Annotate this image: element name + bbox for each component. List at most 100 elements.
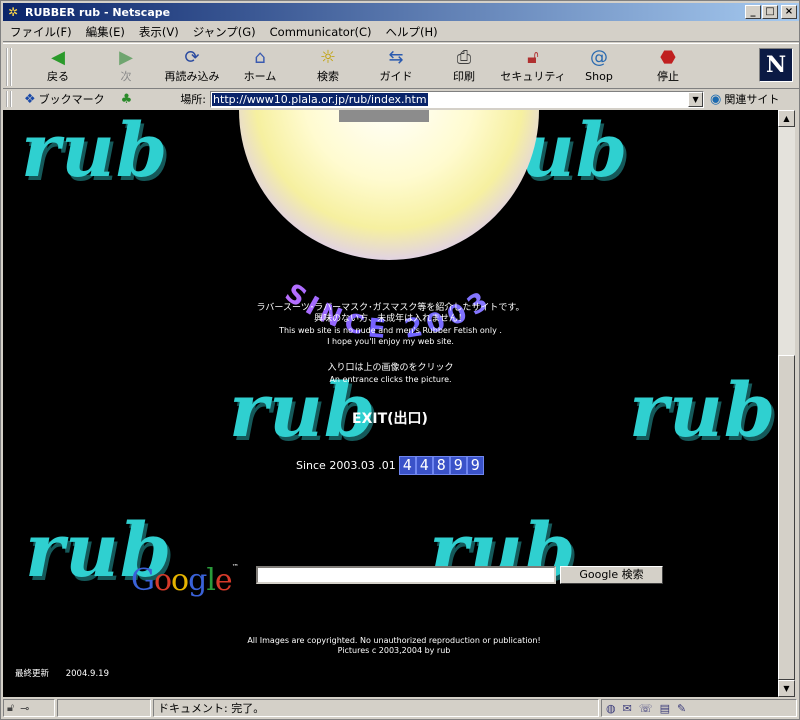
- location-label: 場所:: [180, 93, 207, 106]
- counter-digit: 9: [449, 456, 467, 475]
- entrance-text: 入り口は上の画像のをクリック An entrance clicks the pi…: [3, 363, 778, 385]
- shop-label: Shop: [585, 70, 613, 83]
- counter-digit: 4: [415, 456, 433, 475]
- menu-edit[interactable]: 編集(E): [79, 24, 132, 40]
- minimize-button[interactable]: _: [745, 5, 761, 19]
- google-logo[interactable]: Google™: [131, 563, 239, 598]
- close-button[interactable]: ×: [781, 5, 797, 19]
- forward-arrow-icon: ▶: [119, 47, 133, 68]
- related-sites-button[interactable]: ◉ 関連サイト: [710, 91, 779, 107]
- connection-icon: ⊸: [20, 701, 30, 715]
- newsgroup-icon[interactable]: ☏: [639, 702, 653, 715]
- entrance-jp: 入り口は上の画像のをクリック: [327, 363, 454, 373]
- location-toolbar-grip[interactable]: [6, 91, 12, 107]
- title-bar[interactable]: ✲ RUBBER rub - Netscape _ □ ×: [3, 3, 799, 21]
- url-text: http://www10.plala.or.jp/rub/index.htm: [212, 92, 428, 106]
- netscape-logo[interactable]: N: [759, 48, 793, 82]
- print-button[interactable]: ⎙ 印刷: [431, 46, 497, 88]
- status-text: ドキュメント: 完了。: [158, 702, 265, 715]
- copyright-line-1: All Images are copyrighted. No unauthori…: [247, 636, 541, 645]
- scroll-down-button[interactable]: ▼: [778, 680, 795, 697]
- counter-digit: 8: [432, 456, 450, 475]
- back-label: 戻る: [47, 70, 69, 83]
- progress-cell: [57, 699, 151, 717]
- menu-view[interactable]: 表示(V): [132, 24, 186, 40]
- bookmark-icon: ❖: [24, 91, 36, 107]
- back-button[interactable]: ◀ 戻る: [25, 46, 91, 88]
- url-input[interactable]: http://www10.plala.or.jp/rub/index.htm ▼: [210, 90, 705, 108]
- page-proxy-icon[interactable]: ♣: [121, 92, 133, 107]
- intro-jp-line-1: ラバースーツ･ラバーマスク･ガスマスク等を紹介したサイトです。: [256, 303, 525, 313]
- print-label: 印刷: [453, 70, 475, 83]
- search-button[interactable]: ☼ 検索: [295, 46, 361, 88]
- exit-link[interactable]: EXIT(出口): [352, 408, 428, 428]
- related-sites-label: 関連サイト: [724, 93, 780, 106]
- component-bar: ◍ ✉ ☏ ▤ ✎: [601, 699, 797, 717]
- intro-en-line-1: This web site is no nude and men's Rubbe…: [279, 326, 502, 335]
- menu-go[interactable]: ジャンプ(G): [186, 24, 263, 40]
- home-icon: ⌂: [254, 47, 266, 68]
- menu-file[interactable]: ファイル(F): [3, 24, 79, 40]
- stop-label: 停止: [657, 70, 679, 83]
- security-lock-icon: 🔓︎: [527, 47, 539, 68]
- navigation-toolbar: ◀ 戻る ▶ 次 ⟳ 再読み込み ⌂ ホーム ☼ 検索 ⇆ ガイド ⎙ 印刷 🔓…: [3, 43, 799, 89]
- stop-button[interactable]: ⬣ 停止: [635, 46, 701, 88]
- shop-button[interactable]: @ Shop: [566, 46, 632, 88]
- menu-help[interactable]: ヘルプ(H): [379, 24, 445, 40]
- last-updated-label: 最終更新: [15, 669, 50, 679]
- status-bar: 🔓︎ ⊸ ドキュメント: 完了。 ◍ ✉ ☏ ▤ ✎: [3, 698, 799, 718]
- address-book-icon[interactable]: ▤: [660, 702, 670, 715]
- copyright-notice: All Images are copyrighted. No unauthori…: [3, 636, 778, 656]
- security-status-icon[interactable]: 🔓︎: [7, 701, 14, 715]
- back-arrow-icon: ◀: [51, 47, 65, 68]
- menu-communicator[interactable]: Communicator(C): [263, 25, 379, 39]
- hit-counter: 4 4 8 9 9: [398, 456, 484, 475]
- mail-icon[interactable]: ✉: [623, 702, 632, 715]
- guide-button[interactable]: ⇆ ガイド: [363, 46, 429, 88]
- reload-label: 再読み込み: [164, 70, 220, 83]
- status-security-cell: 🔓︎ ⊸: [3, 699, 55, 717]
- search-icon: ☼: [319, 47, 337, 68]
- scroll-up-button[interactable]: ▲: [778, 110, 795, 127]
- intro-en-line-2: I hope you'll enjoy my web site.: [327, 337, 454, 346]
- search-label: 検索: [317, 70, 339, 83]
- entrance-badge-image[interactable]: [239, 110, 539, 260]
- counter-digit: 4: [398, 456, 416, 475]
- forward-label: 次: [120, 70, 132, 83]
- badge-photo[interactable]: [339, 110, 429, 122]
- scroll-thumb[interactable]: [778, 355, 795, 680]
- reload-button[interactable]: ⟳ 再読み込み: [159, 46, 225, 88]
- reload-icon: ⟳: [184, 47, 200, 68]
- intro-text: ラバースーツ･ラバーマスク･ガスマスク等を紹介したサイトです。 興味のない方、未…: [3, 303, 778, 347]
- netscape-icon: ✲: [7, 5, 19, 19]
- rub-logo: rub: [21, 110, 169, 194]
- last-updated-date: 2004.9.19: [65, 669, 109, 679]
- since-label: Since 2003.03 .01: [296, 459, 396, 472]
- stop-icon: ⬣: [660, 47, 676, 68]
- vertical-scrollbar[interactable]: ▲ ▼: [778, 110, 795, 697]
- security-label: セキュリティ: [500, 70, 566, 83]
- bookmarks-button[interactable]: ❖ ブックマーク: [24, 91, 105, 107]
- home-label: ホーム: [243, 70, 277, 83]
- page-content: rub rub rub rub rub rub SINCE 2003 ラバースー…: [3, 110, 778, 697]
- security-button[interactable]: 🔓︎ セキュリティ: [500, 46, 566, 88]
- google-search-input[interactable]: [256, 566, 556, 584]
- url-dropdown-button[interactable]: ▼: [688, 91, 704, 107]
- shop-icon: @: [590, 47, 608, 68]
- home-button[interactable]: ⌂ ホーム: [227, 46, 293, 88]
- google-trademark: ™: [231, 563, 239, 571]
- visit-counter-row: Since 2003.03 .01 4 4 8 9 9: [296, 456, 484, 475]
- google-search-button[interactable]: Google 検索: [560, 566, 663, 584]
- forward-button[interactable]: ▶ 次: [93, 46, 159, 88]
- copyright-line-2: Pictures c 2003,2004 by rub: [337, 646, 451, 655]
- browser-window: ✲ RUBBER rub - Netscape _ □ × ファイル(F) 編集…: [0, 0, 800, 720]
- guide-label: ガイド: [379, 70, 413, 83]
- window-title: RUBBER rub - Netscape: [25, 5, 171, 19]
- location-toolbar: ❖ ブックマーク ♣ 場所: http://www10.plala.or.jp/…: [3, 90, 799, 108]
- maximize-button[interactable]: □: [762, 5, 778, 19]
- toolbar-grip[interactable]: [6, 48, 12, 86]
- composer-icon[interactable]: ✎: [677, 702, 686, 715]
- status-text-cell: ドキュメント: 完了。: [153, 699, 599, 717]
- print-icon: ⎙: [456, 47, 472, 68]
- navigator-icon[interactable]: ◍: [606, 702, 616, 715]
